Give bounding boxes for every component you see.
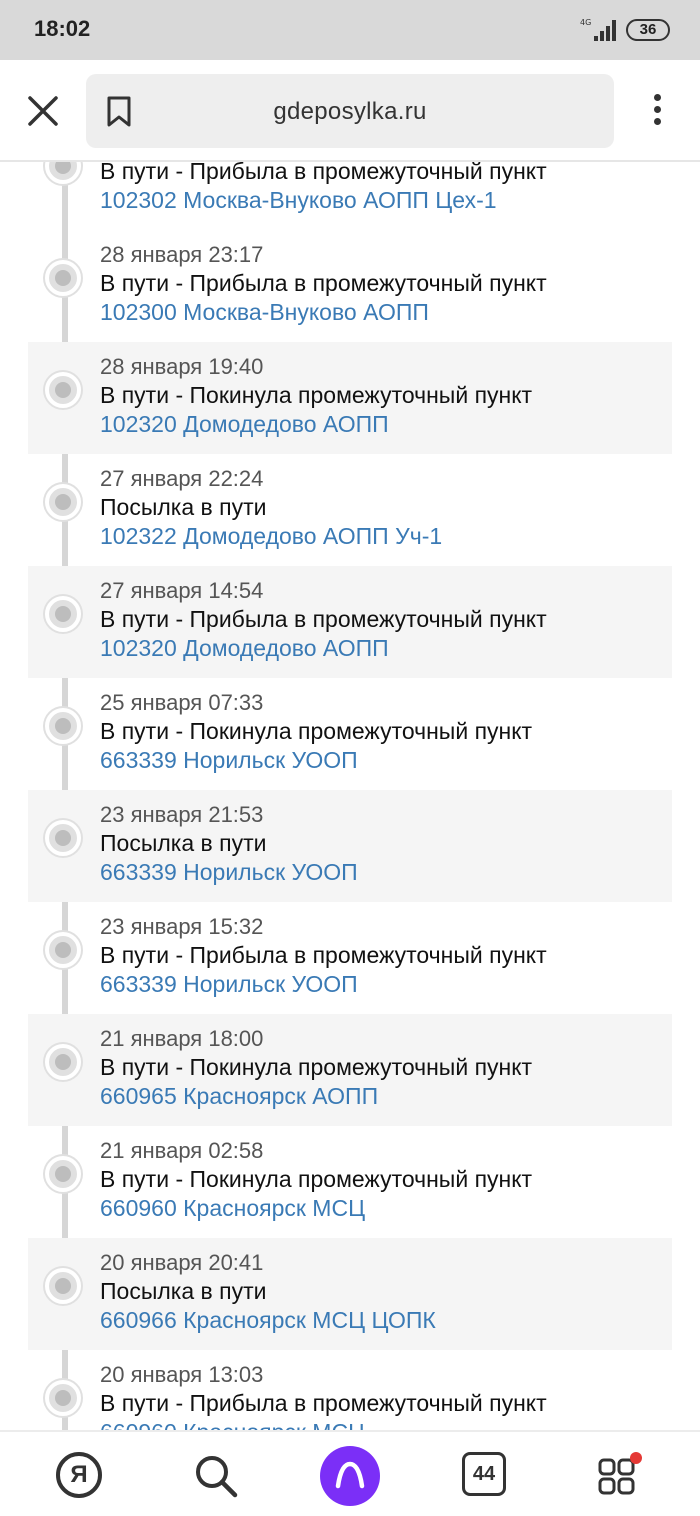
event-location-link[interactable]: 660966 Красноярск МСЦ ЦОПК — [100, 1307, 436, 1334]
event-date: 28 января 23:17 — [100, 242, 264, 267]
tracking-event: 27 января 22:24 Посылка в пути 102322 До… — [28, 454, 672, 566]
tracking-event: 25 января 07:33 В пути - Покинула промеж… — [28, 678, 672, 790]
timeline-dot-icon — [45, 260, 81, 296]
event-status: В пути - Прибыла в промежуточный пункт — [100, 270, 547, 296]
battery-indicator: 36 — [626, 19, 670, 41]
event-status: В пути - Прибыла в промежуточный пункт — [100, 162, 547, 184]
event-date: 21 января 18:00 — [100, 1026, 264, 1051]
event-location-link[interactable]: 660960 Красноярск МСЦ — [100, 1419, 365, 1430]
timeline-dot-icon — [45, 1380, 81, 1416]
event-status: В пути - Покинула промежуточный пункт — [100, 382, 533, 408]
event-location-link[interactable]: 663339 Норильск УООП — [100, 971, 358, 998]
timeline-dot-icon — [45, 162, 81, 184]
event-location-link[interactable]: 102302 Москва-Внуково АОПП Цех-1 — [100, 187, 497, 214]
event-status: В пути - Покинула промежуточный пункт — [100, 1054, 533, 1080]
event-date: 25 января 07:33 — [100, 690, 264, 715]
network-type: 4G — [580, 18, 591, 27]
event-date: 21 января 02:58 — [100, 1138, 264, 1163]
event-location-link[interactable]: 102322 Домодедово АОПП Уч-1 — [100, 523, 442, 550]
timeline-dot-icon — [45, 1156, 81, 1192]
event-location-link[interactable]: 660960 Красноярск МСЦ — [100, 1195, 365, 1222]
event-location-link[interactable]: 660965 Красноярск АОПП — [100, 1083, 378, 1110]
notification-dot-icon — [630, 1452, 642, 1464]
tracking-timeline: В пути - Прибыла в промежуточный пункт 1… — [0, 162, 700, 1430]
timeline-dot-icon — [45, 932, 81, 968]
timeline-dot-icon — [45, 596, 81, 632]
tracking-event: 28 января 19:40 В пути - Покинула промеж… — [28, 342, 672, 454]
event-location-link[interactable]: 663339 Норильск УООП — [100, 747, 358, 774]
event-location-link[interactable]: 102320 Домодедово АОПП — [100, 635, 389, 662]
alice-assistant-icon[interactable] — [320, 1446, 380, 1506]
timeline-dot-icon — [45, 372, 81, 408]
tracking-event: 21 января 18:00 В пути - Покинула промеж… — [28, 1014, 672, 1126]
tabs-counter-button[interactable]: 44 — [462, 1452, 506, 1496]
timeline-dot-icon — [45, 708, 81, 744]
more-menu-icon[interactable] — [646, 94, 668, 130]
tracking-event: 28 января 23:17 В пути - Прибыла в проме… — [28, 230, 672, 342]
address-bar[interactable]: gdeposylka.ru — [86, 74, 614, 148]
event-date: 27 января 14:54 — [100, 578, 264, 603]
event-date: 23 января 21:53 — [100, 802, 264, 827]
event-date: 20 января 13:03 — [100, 1362, 264, 1387]
event-date: 23 января 15:32 — [100, 914, 264, 939]
event-status: В пути - Прибыла в промежуточный пункт — [100, 606, 547, 632]
tracking-event: 21 января 02:58 В пути - Покинула промеж… — [28, 1126, 672, 1238]
event-status: В пути - Покинула промежуточный пункт — [100, 718, 533, 744]
yandex-home-icon[interactable]: Я — [56, 1452, 102, 1498]
browser-toolbar: gdeposylka.ru — [0, 60, 700, 162]
event-status: Посылка в пути — [100, 830, 267, 856]
browser-bottom-nav: Я 44 — [0, 1430, 700, 1516]
event-status: В пути - Прибыла в промежуточный пункт — [100, 942, 547, 968]
tracking-event: В пути - Прибыла в промежуточный пункт 1… — [28, 162, 672, 230]
event-location-link[interactable]: 102320 Домодедово АОПП — [100, 411, 389, 438]
event-date: 27 января 22:24 — [100, 466, 264, 491]
tracking-event: 23 января 21:53 Посылка в пути 663339 Но… — [28, 790, 672, 902]
tracking-event: 27 января 14:54 В пути - Прибыла в проме… — [28, 566, 672, 678]
event-status: В пути - Прибыла в промежуточный пункт — [100, 1390, 547, 1416]
event-location-link[interactable]: 663339 Норильск УООП — [100, 859, 358, 886]
tracking-event: 23 января 15:32 В пути - Прибыла в проме… — [28, 902, 672, 1014]
tracking-event: 20 января 13:03 В пути - Прибыла в проме… — [28, 1350, 672, 1430]
status-bar: 18:02 4G 36 — [0, 0, 700, 60]
timeline-dot-icon — [45, 820, 81, 856]
event-status: Посылка в пути — [100, 1278, 267, 1304]
close-icon[interactable] — [22, 90, 64, 132]
event-location-link[interactable]: 102300 Москва-Внуково АОПП — [100, 299, 429, 326]
url-text[interactable]: gdeposylka.ru — [86, 98, 614, 126]
timeline-dot-icon — [45, 484, 81, 520]
tracking-event: 20 января 20:41 Посылка в пути 660966 Кр… — [28, 1238, 672, 1350]
event-status: В пути - Покинула промежуточный пункт — [100, 1166, 533, 1192]
clock: 18:02 — [34, 16, 91, 41]
timeline-dot-icon — [45, 1268, 81, 1304]
apps-grid-icon[interactable] — [598, 1452, 644, 1498]
event-date: 20 января 20:41 — [100, 1250, 264, 1275]
signal-icon: 4G — [580, 18, 616, 41]
event-status: Посылка в пути — [100, 494, 267, 520]
search-icon[interactable] — [192, 1452, 240, 1500]
timeline-dot-icon — [45, 1044, 81, 1080]
event-date: 28 января 19:40 — [100, 354, 264, 379]
